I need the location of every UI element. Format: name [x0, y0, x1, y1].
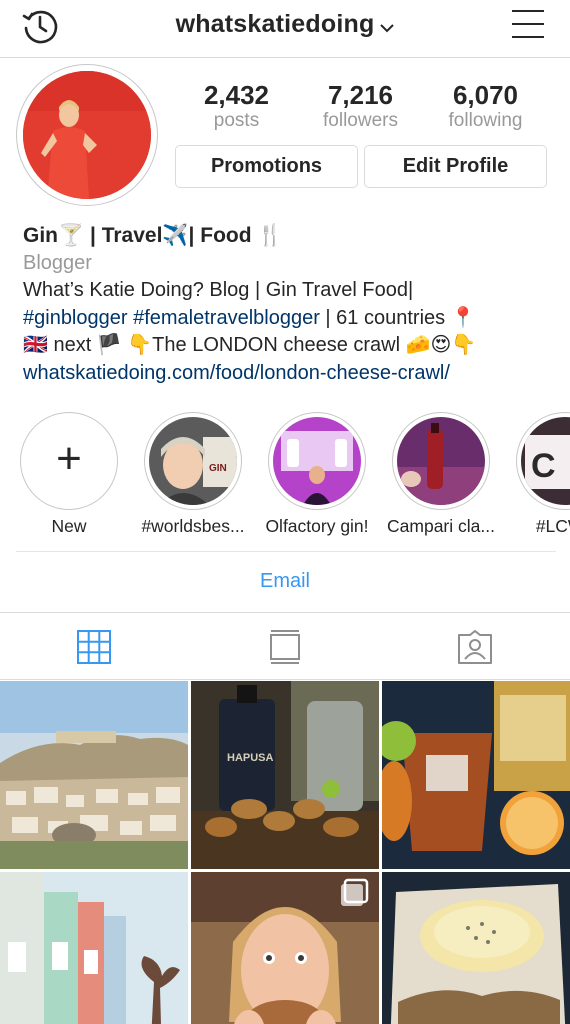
plus-icon: +: [56, 434, 82, 483]
bio-line-2-rest: | 61 countries 📍: [319, 306, 476, 329]
profile-username[interactable]: whatskatiedoing: [176, 10, 375, 38]
svg-text:C: C: [531, 447, 556, 485]
highlight-new-ring[interactable]: +: [20, 412, 118, 510]
profile-tabs: [0, 612, 570, 680]
highlight-label: #LCW2: [535, 516, 570, 536]
highlight-ring[interactable]: GIN: [144, 412, 242, 510]
post-thumbnail[interactable]: [382, 872, 570, 1024]
bio-line-3: 🇬🇧 next 🏴 👇The LONDON cheese crawl 🧀😍👇: [23, 334, 477, 356]
menu-icon[interactable]: [512, 10, 544, 40]
profile-avatar[interactable]: [16, 64, 158, 206]
email-button[interactable]: Email: [0, 570, 570, 593]
followers-label: followers: [323, 110, 398, 131]
followers-count: 7,216: [327, 80, 394, 110]
profile-display-name: Gin🍸 | Travel✈️| Food 🍴: [23, 224, 284, 247]
tagged-icon[interactable]: [457, 629, 493, 665]
profile-stats: 2,432 posts 7,216 followers 6,070 follow…: [174, 80, 550, 136]
highlight-label: #worldsbes...: [141, 516, 245, 536]
highlight-new[interactable]: + New: [7, 412, 131, 537]
highlight-item[interactable]: C #LCW2: [503, 412, 570, 537]
bio-website-link[interactable]: whatskatiedoing.com/food/london-cheese-c…: [23, 360, 563, 388]
post-grid: HAPUSA: [0, 681, 570, 1024]
highlight-label: New: [51, 516, 87, 536]
svg-text:HAPUSA: HAPUSA: [227, 752, 274, 764]
highlight-label: Campari cla...: [387, 516, 495, 536]
avatar-photo: [23, 71, 151, 199]
followers-stat[interactable]: 7,216 followers: [298, 80, 423, 132]
post-thumbnail[interactable]: [191, 872, 379, 1024]
bio-line-2: #ginblogger #femaletravelblogger | 61 co…: [23, 305, 563, 333]
profile-bio: Gin🍸 | Travel✈️| Food 🍴 Blogger What’s K…: [23, 222, 563, 387]
following-label: following: [448, 110, 523, 131]
username-switcher[interactable]: whatskatiedoing: [0, 10, 570, 39]
posts-count: 2,432: [203, 80, 270, 110]
svg-text:GIN: GIN: [209, 463, 227, 474]
divider: [16, 551, 556, 552]
posts-label: posts: [213, 110, 260, 131]
following-count: 6,070: [452, 80, 519, 110]
highlight-item[interactable]: Olfactory gin!: [255, 412, 379, 537]
post-thumbnail[interactable]: [0, 681, 188, 869]
promotions-button[interactable]: Promotions: [175, 145, 358, 188]
bio-hashtags[interactable]: #ginblogger #femaletravelblogger: [23, 307, 320, 329]
highlight-cover: [273, 417, 361, 505]
edit-profile-button[interactable]: Edit Profile: [364, 145, 547, 188]
highlight-cover: C: [521, 417, 570, 505]
chevron-down-icon[interactable]: [380, 23, 395, 33]
profile-category: Blogger: [23, 251, 92, 274]
highlight-cover: GIN: [149, 417, 237, 505]
highlight-item[interactable]: Campari cla...: [379, 412, 503, 537]
posts-stat[interactable]: 2,432 posts: [174, 80, 299, 132]
following-stat[interactable]: 6,070 following: [423, 80, 548, 132]
post-thumbnail[interactable]: HAPUSA: [191, 681, 379, 869]
post-thumbnail[interactable]: [0, 872, 188, 1024]
feed-icon[interactable]: [267, 629, 303, 665]
story-highlights: + New GIN #worldsbes... Olfactory gin! C…: [0, 412, 570, 542]
highlight-item[interactable]: GIN #worldsbes...: [131, 412, 255, 537]
post-thumbnail[interactable]: [382, 681, 570, 869]
highlight-cover: [397, 417, 485, 505]
highlight-ring[interactable]: [392, 412, 490, 510]
highlight-ring[interactable]: [268, 412, 366, 510]
highlight-label: Olfactory gin!: [265, 516, 369, 536]
bio-line-1: What’s Katie Doing? Blog | Gin Travel Fo…: [23, 279, 414, 301]
highlight-ring[interactable]: C: [516, 412, 570, 510]
grid-icon[interactable]: [76, 629, 112, 665]
top-bar: whatskatiedoing: [0, 0, 570, 58]
